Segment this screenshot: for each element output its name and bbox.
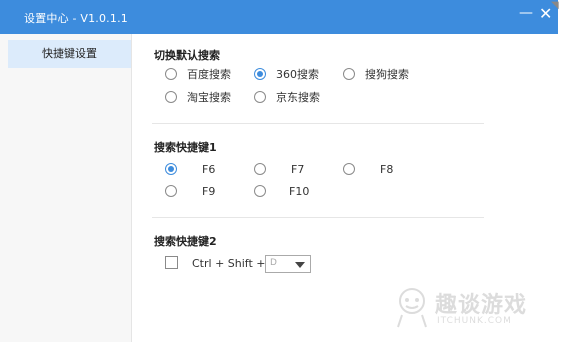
radio-label: 360搜索 (276, 68, 319, 81)
section-divider (152, 123, 484, 124)
radio-label: F7 (291, 163, 305, 176)
section-title-default-search: 切换默认搜索 (154, 49, 220, 62)
section-title-hotkey1: 搜索快捷键1 (154, 141, 217, 154)
radio-label: F8 (380, 163, 394, 176)
radio-button-selected[interactable] (165, 163, 177, 175)
watermark-mascot-icon (397, 288, 427, 328)
radio-button[interactable] (343, 68, 355, 80)
window-title: 设置中心 - V1.0.1.1 (24, 12, 128, 25)
sidebar-item-hotkey-settings[interactable]: 快捷键设置 (8, 40, 131, 68)
hotkey2-key-select[interactable]: D (265, 255, 311, 273)
watermark-subtext: ITCHUNK.COM (437, 316, 512, 326)
radio-label: 京东搜索 (276, 91, 320, 104)
sidebar-item-label: 快捷键设置 (42, 47, 97, 60)
hotkey2-combo-text: Ctrl + Shift + (192, 257, 266, 270)
radio-button-selected[interactable] (254, 68, 266, 80)
title-bar[interactable]: 设置中心 - V1.0.1.1 — ✕ (0, 0, 558, 34)
watermark-text: 趣谈游戏 (435, 293, 528, 318)
radio-label: 搜狗搜索 (365, 68, 409, 81)
radio-button[interactable] (165, 91, 177, 103)
settings-window: 设置中心 - V1.0.1.1 — ✕ ◥ 快捷键设置 切换默认搜索 百度搜索 … (0, 0, 559, 342)
watermark-logo: 趣谈游戏 ITCHUNK.COM (392, 285, 552, 335)
radio-button[interactable] (254, 91, 266, 103)
radio-button[interactable] (165, 68, 177, 80)
radio-button[interactable] (254, 185, 266, 197)
radio-label: 百度搜索 (187, 68, 231, 81)
radio-label: F9 (202, 185, 216, 198)
select-value: D (270, 258, 277, 268)
chevron-down-icon (295, 262, 305, 268)
hotkey2-enable-checkbox[interactable] (165, 256, 178, 269)
radio-button[interactable] (254, 163, 266, 175)
radio-button[interactable] (165, 185, 177, 197)
section-title-hotkey2: 搜索快捷键2 (154, 235, 217, 248)
sidebar: 快捷键设置 (0, 34, 132, 342)
radio-label: F10 (289, 185, 310, 198)
radio-button[interactable] (343, 163, 355, 175)
radio-label: F6 (202, 163, 216, 176)
section-divider (152, 217, 484, 218)
resize-corner-icon: ◥ (551, 0, 559, 11)
minimize-icon[interactable]: — (519, 5, 533, 21)
radio-label: 淘宝搜索 (187, 91, 231, 104)
